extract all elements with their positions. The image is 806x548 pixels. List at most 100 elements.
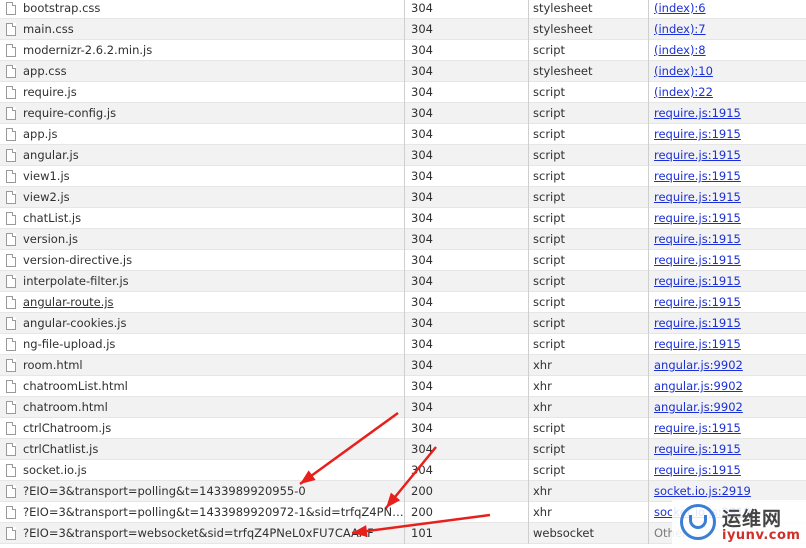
request-row[interactable]: angular-cookies.js 304 script require.js:19…: [0, 313, 806, 334]
initiator-link[interactable]: (index):6: [654, 1, 706, 15]
request-name-cell[interactable]: ng-file-upload.js: [0, 334, 404, 355]
initiator-link[interactable]: require.js:1915: [654, 337, 741, 351]
request-name-cell[interactable]: angular.js: [0, 145, 404, 166]
initiator-link[interactable]: angular.js:9902: [654, 400, 743, 414]
request-name-cell[interactable]: require-config.js: [0, 103, 404, 124]
request-name-cell[interactable]: require.js: [0, 82, 404, 103]
request-name: ?EIO=3&transport=polling&t=1433989920955…: [23, 484, 306, 498]
request-name-cell[interactable]: angular-route.js: [0, 292, 404, 313]
initiator-link[interactable]: require.js:1915: [654, 211, 741, 225]
request-name-cell[interactable]: ctrlChatlist.js: [0, 439, 404, 460]
initiator-link[interactable]: socket.io.js:2919: [654, 484, 751, 498]
request-name-cell[interactable]: version-directive.js: [0, 250, 404, 271]
initiator-link[interactable]: (index):22: [654, 85, 713, 99]
initiator-link[interactable]: (index):8: [654, 43, 706, 57]
request-name-cell[interactable]: bootstrap.css: [0, 0, 404, 19]
request-name: ?EIO=3&transport=polling&t=1433989920972…: [23, 505, 404, 519]
request-row[interactable]: app.css 304 stylesheet (index):10: [0, 61, 806, 82]
initiator-link[interactable]: require.js:1915: [654, 421, 741, 435]
request-row[interactable]: ctrlChatlist.js 304 script require.js:1915: [0, 439, 806, 460]
request-initiator-cell: require.js:1915: [648, 313, 806, 334]
request-name-cell[interactable]: main.css: [0, 19, 404, 40]
initiator-link[interactable]: (index):10: [654, 64, 713, 78]
file-icon: [6, 212, 16, 225]
request-name-cell[interactable]: ctrlChatroom.js: [0, 418, 404, 439]
request-name-cell[interactable]: app.css: [0, 61, 404, 82]
request-row[interactable]: chatroomList.html 304 xhr angular.js:9902: [0, 376, 806, 397]
request-row[interactable]: require-config.js 304 script require.js:191…: [0, 103, 806, 124]
request-name: app.js: [23, 127, 58, 141]
initiator-link[interactable]: require.js:1915: [654, 232, 741, 246]
request-initiator-cell: angular.js:9902: [648, 376, 806, 397]
initiator-link[interactable]: require.js:1915: [654, 274, 741, 288]
request-type: xhr: [528, 397, 648, 418]
request-initiator-cell: require.js:1915: [648, 145, 806, 166]
request-type: script: [528, 229, 648, 250]
initiator-link[interactable]: angular.js:9902: [654, 358, 743, 372]
request-status: 200: [404, 481, 528, 502]
initiator-link[interactable]: require.js:1915: [654, 106, 741, 120]
request-name-cell[interactable]: interpolate-filter.js: [0, 271, 404, 292]
initiator-link[interactable]: require.js:1915: [654, 127, 741, 141]
request-name-cell[interactable]: socket.io.js: [0, 460, 404, 481]
request-row[interactable]: angular.js 304 script require.js:1915: [0, 145, 806, 166]
request-name-cell[interactable]: angular-cookies.js: [0, 313, 404, 334]
request-type: xhr: [528, 355, 648, 376]
request-row[interactable]: chatroom.html 304 xhr angular.js:9902: [0, 397, 806, 418]
request-name-cell[interactable]: ?EIO=3&transport=websocket&sid=trfqZ4PNe…: [0, 523, 404, 544]
request-name-cell[interactable]: ?EIO=3&transport=polling&t=1433989920972…: [0, 502, 404, 523]
request-row[interactable]: chatList.js 304 script require.js:1915: [0, 208, 806, 229]
request-row[interactable]: version-directive.js 304 script require.js:…: [0, 250, 806, 271]
request-status: 304: [404, 124, 528, 145]
request-name-cell[interactable]: chatroomList.html: [0, 376, 404, 397]
file-icon: [6, 44, 16, 57]
request-row[interactable]: app.js 304 script require.js:1915: [0, 124, 806, 145]
request-name: chatList.js: [23, 211, 82, 225]
request-row[interactable]: room.html 304 xhr angular.js:9902: [0, 355, 806, 376]
request-name-cell[interactable]: chatList.js: [0, 208, 404, 229]
request-name: require-config.js: [23, 106, 117, 120]
file-icon: [6, 86, 16, 99]
initiator-link[interactable]: require.js:1915: [654, 295, 741, 309]
file-icon: [6, 191, 16, 204]
request-name-cell[interactable]: ?EIO=3&transport=polling&t=1433989920955…: [0, 481, 404, 502]
initiator-link[interactable]: require.js:1915: [654, 463, 741, 477]
request-name-cell[interactable]: view2.js: [0, 187, 404, 208]
request-name-cell[interactable]: modernizr-2.6.2.min.js: [0, 40, 404, 61]
request-name-cell[interactable]: app.js: [0, 124, 404, 145]
initiator-link[interactable]: require.js:1915: [654, 190, 741, 204]
request-row[interactable]: socket.io.js 304 script require.js:1915: [0, 460, 806, 481]
request-row[interactable]: ?EIO=3&transport=polling&t=1433989920955…: [0, 481, 806, 502]
request-row[interactable]: require.js 304 script (index):22: [0, 82, 806, 103]
request-name-cell[interactable]: view1.js: [0, 166, 404, 187]
request-row[interactable]: version.js 304 script require.js:1915: [0, 229, 806, 250]
request-name-cell[interactable]: chatroom.html: [0, 397, 404, 418]
request-row[interactable]: ctrlChatroom.js 304 script require.js:1915: [0, 418, 806, 439]
request-row[interactable]: view2.js 304 script require.js:1915: [0, 187, 806, 208]
request-status: 304: [404, 40, 528, 61]
request-row[interactable]: bootstrap.css 304 stylesheet (index):6: [0, 0, 806, 19]
initiator-link[interactable]: require.js:1915: [654, 253, 741, 267]
request-status: 200: [404, 502, 528, 523]
request-row[interactable]: main.css 304 stylesheet (index):7: [0, 19, 806, 40]
request-type: websocket: [528, 523, 648, 544]
request-type: script: [528, 145, 648, 166]
request-row[interactable]: view1.js 304 script require.js:1915: [0, 166, 806, 187]
request-status: 304: [404, 250, 528, 271]
request-row[interactable]: interpolate-filter.js 304 script require.js…: [0, 271, 806, 292]
request-initiator-cell: (index):7: [648, 19, 806, 40]
request-initiator-cell: require.js:1915: [648, 334, 806, 355]
request-row[interactable]: angular-route.js 304 script require.js:1915: [0, 292, 806, 313]
initiator-link[interactable]: (index):7: [654, 22, 706, 36]
initiator-link[interactable]: require.js:1915: [654, 169, 741, 183]
request-row[interactable]: ng-file-upload.js 304 script require.js:191…: [0, 334, 806, 355]
request-name-cell[interactable]: version.js: [0, 229, 404, 250]
initiator-link[interactable]: angular.js:9902: [654, 379, 743, 393]
initiator-link[interactable]: require.js:1915: [654, 442, 741, 456]
initiator-link[interactable]: require.js:1915: [654, 316, 741, 330]
request-type: script: [528, 124, 648, 145]
request-name-cell[interactable]: room.html: [0, 355, 404, 376]
request-row[interactable]: modernizr-2.6.2.min.js 304 script (index):8: [0, 40, 806, 61]
request-initiator-cell: (index):8: [648, 40, 806, 61]
initiator-link[interactable]: require.js:1915: [654, 148, 741, 162]
